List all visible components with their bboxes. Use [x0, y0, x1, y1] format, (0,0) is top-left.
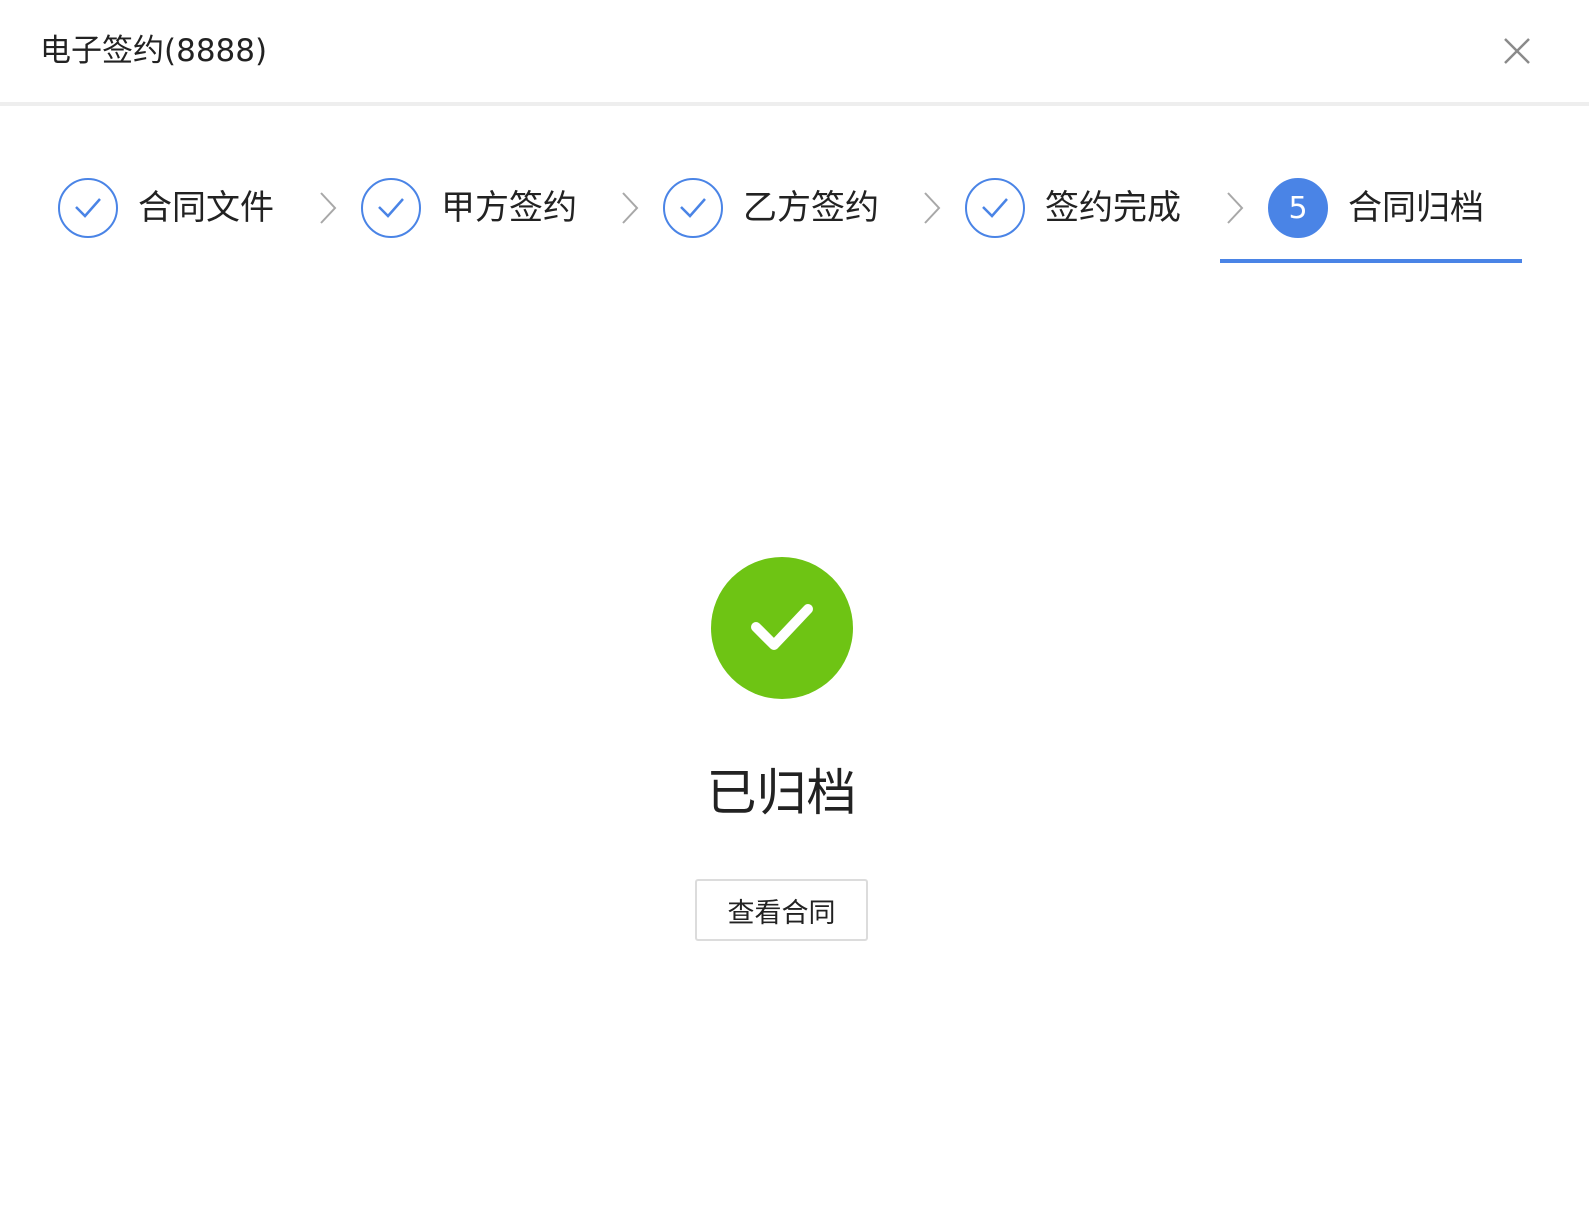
active-step-underline [1220, 259, 1522, 263]
dialog-header: 电子签约(8888) [0, 0, 1589, 106]
esign-dialog: 电子签约(8888) 合同文件 甲方签约 乙方签约 签约完成 5 合同归档 已归… [0, 0, 1589, 1225]
step-label: 合同文件 [138, 188, 274, 228]
success-check-icon [711, 557, 853, 699]
steps-bar: 合同文件 甲方签约 乙方签约 签约完成 5 合同归档 [0, 106, 1589, 276]
chevron-right-icon [318, 190, 338, 226]
step-number-badge: 5 [1268, 178, 1328, 238]
check-icon [58, 178, 118, 238]
step-label: 合同归档 [1348, 188, 1484, 228]
archive-status-text: 已归档 [706, 764, 857, 822]
chevron-right-icon [620, 190, 640, 226]
close-icon[interactable] [1500, 34, 1534, 68]
check-icon [663, 178, 723, 238]
step-label: 乙方签约 [743, 188, 879, 228]
check-icon [361, 178, 421, 238]
check-icon [965, 178, 1025, 238]
dialog-title: 电子签约(8888) [40, 33, 268, 69]
chevron-right-icon [1225, 190, 1245, 226]
view-contract-button[interactable]: 查看合同 [695, 879, 868, 941]
chevron-right-icon [922, 190, 942, 226]
step-label: 甲方签约 [441, 188, 577, 228]
step-label: 签约完成 [1045, 188, 1181, 228]
